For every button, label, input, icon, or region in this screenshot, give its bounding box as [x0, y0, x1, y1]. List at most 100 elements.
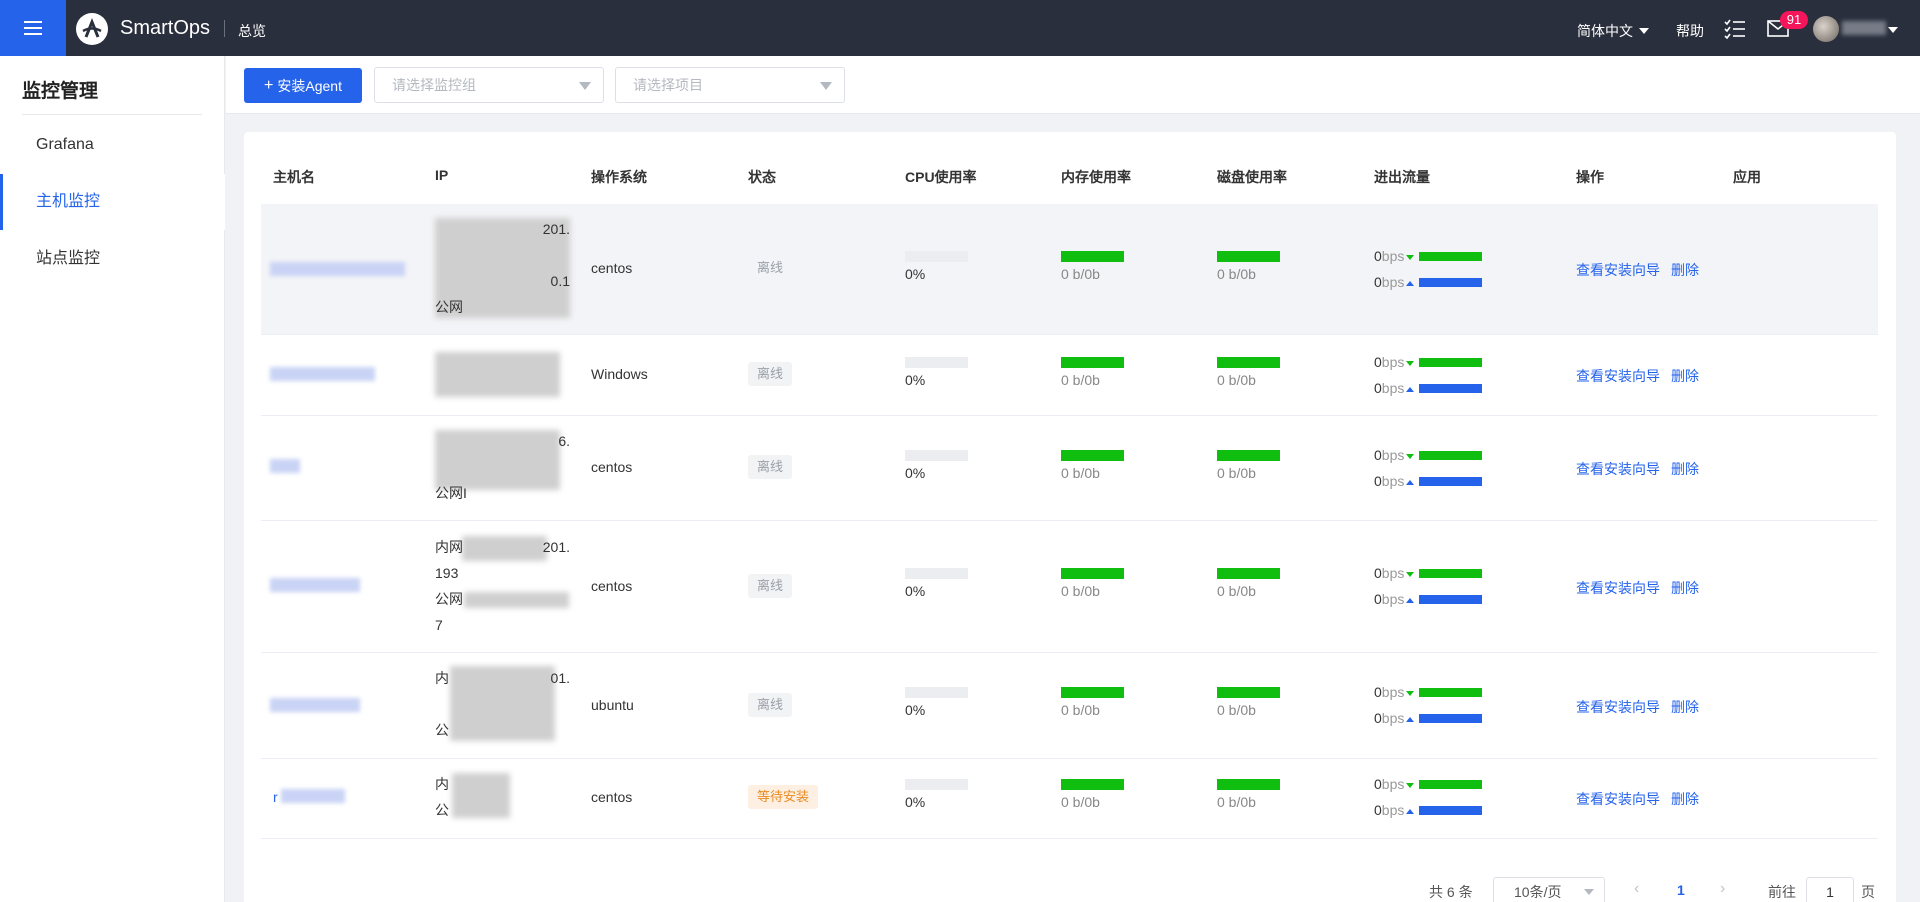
delete-link[interactable]: 删除 [1671, 789, 1699, 809]
status-badge: 离线 [748, 693, 793, 717]
help-link[interactable]: 帮助 [1676, 21, 1704, 41]
cpu-usage-bar [905, 251, 968, 262]
username-redacted [1842, 21, 1886, 35]
disk-usage-bar [1217, 357, 1280, 368]
arrow-down-icon [1406, 360, 1415, 366]
hostname-redacted[interactable] [270, 367, 375, 381]
monitor-group-select[interactable]: 请选择监控组 [374, 67, 604, 103]
delete-link[interactable]: 删除 [1671, 459, 1699, 479]
ip-text: 0.1 [550, 273, 570, 289]
sidebar-item-grafana[interactable]: Grafana [0, 117, 225, 173]
disk-usage-bar [1217, 779, 1280, 790]
os-name: centos [591, 578, 633, 594]
sidebar-item-host-monitor[interactable]: 主机监控 [0, 174, 225, 230]
cpu-usage-bar [905, 779, 968, 790]
task-list-icon[interactable] [1724, 19, 1746, 39]
hostname-redacted[interactable] [270, 459, 300, 473]
outbound-traffic-bar [1419, 477, 1482, 486]
language-selector[interactable]: 简体中文 [1577, 21, 1649, 41]
outbound-traffic: 0bps [1374, 710, 1416, 726]
inbound-traffic-bar [1419, 569, 1482, 578]
ip-text: 201. [542, 221, 570, 237]
hamburger-icon [24, 21, 42, 35]
status-badge: 离线 [748, 362, 793, 386]
arrow-up-icon [1406, 479, 1415, 485]
header-apps: 应用 [1733, 169, 1761, 185]
memory-usage-bar [1061, 687, 1124, 698]
install-agent-label: 安装Agent [277, 77, 342, 94]
plus-icon: + [264, 76, 274, 94]
outbound-traffic: 0bps [1374, 591, 1416, 607]
status-badge: 离线 [748, 574, 793, 598]
avatar[interactable] [1813, 16, 1839, 42]
disk-usage-value: 0 b/0b [1217, 372, 1256, 388]
sidebar-title: 监控管理 [22, 81, 99, 102]
view-install-guide-link[interactable]: 查看安装向导 [1576, 260, 1660, 280]
monitor-group-placeholder: 请选择监控组 [392, 77, 476, 93]
delete-link[interactable]: 删除 [1671, 260, 1699, 280]
os-name: centos [591, 459, 633, 475]
header-hostname: 主机名 [273, 169, 315, 185]
inbound-traffic-bar [1419, 688, 1482, 697]
toolbar: + 安装Agent 请选择监控组 请选择项目 [226, 56, 1920, 114]
view-install-guide-link[interactable]: 查看安装向导 [1576, 697, 1660, 717]
hostname-prefix[interactable]: r [273, 789, 278, 805]
ip-text: 193 [435, 565, 459, 581]
inbound-traffic: 0bps [1374, 354, 1416, 370]
memory-usage-value: 0 b/0b [1061, 465, 1100, 481]
ip-text: 公 [435, 722, 449, 738]
inbound-traffic: 0bps [1374, 248, 1416, 264]
prev-page-icon[interactable]: ‹ [1634, 880, 1639, 898]
cpu-usage-bar [905, 687, 968, 698]
next-page-icon[interactable]: › [1720, 880, 1725, 898]
cpu-usage-value: 0% [905, 794, 926, 810]
inbound-traffic-bar [1419, 780, 1482, 789]
sidebar: 监控管理 Grafana 主机监控 站点监控 [0, 56, 225, 902]
page-size-select[interactable]: 10条/页 [1493, 877, 1605, 902]
memory-usage-value: 0 b/0b [1061, 372, 1100, 388]
project-placeholder: 请选择项目 [633, 77, 703, 93]
select-arrow-icon [1584, 889, 1594, 895]
memory-usage-bar [1061, 251, 1124, 262]
delete-link[interactable]: 删除 [1671, 578, 1699, 598]
goto-unit-label: 页 [1861, 884, 1875, 900]
inbound-traffic-bar [1419, 358, 1482, 367]
user-menu-chevron-icon[interactable] [1888, 27, 1898, 33]
delete-link[interactable]: 删除 [1671, 697, 1699, 717]
goto-page-input[interactable]: 1 [1806, 877, 1854, 902]
install-agent-button[interactable]: + 安装Agent [244, 68, 362, 103]
sidebar-item-site-monitor[interactable]: 站点监控 [0, 231, 225, 287]
disk-usage-value: 0 b/0b [1217, 465, 1256, 481]
inbound-traffic: 0bps [1374, 684, 1416, 700]
project-select[interactable]: 请选择项目 [615, 67, 845, 103]
header-divider [224, 20, 225, 37]
arrow-up-icon [1406, 280, 1415, 286]
view-install-guide-link[interactable]: 查看安装向导 [1576, 578, 1660, 598]
inbound-traffic-bar [1419, 252, 1482, 261]
delete-link[interactable]: 删除 [1671, 366, 1699, 386]
ip-text: 公网 [435, 299, 463, 315]
hostname-redacted[interactable] [270, 262, 405, 276]
arrow-up-icon [1406, 808, 1415, 814]
page-number-current[interactable]: 1 [1677, 882, 1685, 898]
hostname-redacted[interactable] [270, 578, 360, 592]
cpu-usage-value: 0% [905, 465, 926, 481]
arrow-up-icon [1406, 716, 1415, 722]
view-install-guide-link[interactable]: 查看安装向导 [1576, 366, 1660, 386]
hostname-redacted[interactable] [281, 789, 345, 803]
hostname-redacted[interactable] [270, 698, 360, 712]
arrow-down-icon [1406, 453, 1415, 459]
cpu-usage-value: 0% [905, 702, 926, 718]
disk-usage-value: 0 b/0b [1217, 583, 1256, 599]
status-badge: 离线 [748, 455, 793, 479]
view-install-guide-link[interactable]: 查看安装向导 [1576, 789, 1660, 809]
status-badge: 等待安装 [748, 785, 819, 809]
pagination-total: 共 6 条 [1429, 884, 1473, 900]
header-traffic: 进出流量 [1374, 169, 1430, 185]
breadcrumb[interactable]: 总览 [238, 21, 266, 41]
menu-toggle-button[interactable] [0, 0, 66, 56]
cpu-usage-bar [905, 568, 968, 579]
view-install-guide-link[interactable]: 查看安装向导 [1576, 459, 1660, 479]
outbound-traffic-bar [1419, 714, 1482, 723]
ip-text: 6. [558, 433, 570, 449]
